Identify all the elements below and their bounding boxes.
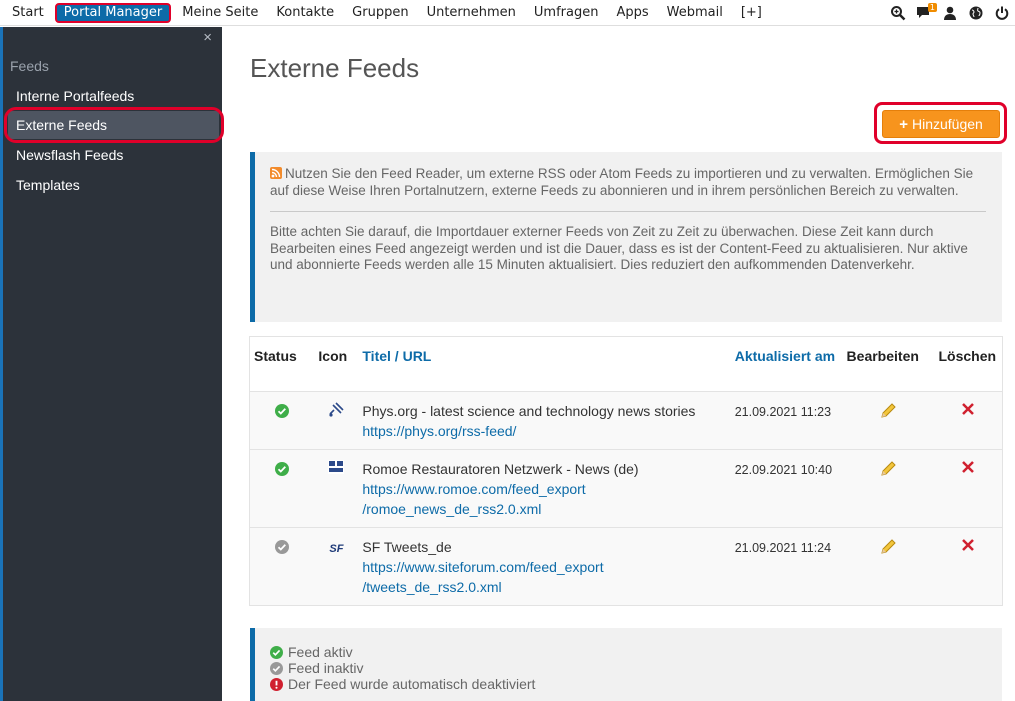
plus-icon: + <box>899 115 908 133</box>
updated-date: 22.09.2021 10:40 <box>734 463 833 477</box>
legend-label: Feed inaktiv <box>288 660 364 676</box>
legend-item-inactive: Feed inaktiv <box>270 660 1002 676</box>
delete-icon[interactable] <box>960 403 976 420</box>
user-icon[interactable] <box>939 2 961 24</box>
toolbar-icons: 1 <box>883 0 1013 26</box>
header-title[interactable]: Titel <box>362 348 391 364</box>
nav-start[interactable]: Start <box>3 3 53 23</box>
nav-webmail[interactable]: Webmail <box>658 3 732 23</box>
sidebar-heading: Feeds <box>10 58 49 74</box>
nav-umfragen[interactable]: Umfragen <box>525 3 608 23</box>
add-feed-button[interactable]: + Hinzufügen <box>882 110 1000 138</box>
legend-item-active: Feed aktiv <box>270 644 1002 660</box>
table-row: Romoe Restauratoren Netzwerk - News (de)… <box>249 449 1003 528</box>
title-cell: Romoe Restauratoren Netzwerk - News (de)… <box>358 449 731 528</box>
nav-meine-seite[interactable]: Meine Seite <box>173 3 267 23</box>
rss-icon <box>270 167 282 179</box>
chat-icon[interactable]: 1 <box>913 2 937 24</box>
feed-title: Romoe Restauratoren Netzwerk - News (de) <box>362 461 639 477</box>
updated-cell: 22.09.2021 10:40 <box>730 449 843 528</box>
search-icon[interactable] <box>887 2 909 24</box>
header-status: Status <box>249 336 315 392</box>
feed-title: SF Tweets_de <box>362 539 452 555</box>
sidebar-item-templates[interactable]: Templates <box>8 171 219 199</box>
notification-badge: 1 <box>927 3 937 12</box>
status-legend: Feed aktiv Feed inaktiv Der Feed wurde a… <box>250 628 1002 701</box>
legend-label: Feed aktiv <box>288 644 353 660</box>
feed-url[interactable]: https://www.siteforum.com/feed_export/tw… <box>362 559 603 595</box>
sidebar-item-externe-feeds[interactable]: Externe Feeds <box>8 111 219 139</box>
status-inactive-icon <box>275 540 290 554</box>
info-text-2: Bitte achten Sie darauf, die Importdauer… <box>270 224 968 272</box>
status-active-icon <box>275 404 290 418</box>
page-title: Externe Feeds <box>250 53 420 83</box>
header-delete: Löschen <box>934 336 1003 392</box>
table-row: SF SF Tweets_de https://www.siteforum.co… <box>249 527 1003 606</box>
table-row: Phys.org - latest science and technology… <box>249 391 1003 450</box>
legend-item-deactivated: Der Feed wurde automatisch deaktiviert <box>270 676 1002 692</box>
info-box: Nutzen Sie den Feed Reader, um externe R… <box>250 152 1002 322</box>
header-url[interactable]: URL <box>403 348 432 364</box>
top-navigation: Start Portal Manager Meine Seite Kontakt… <box>0 0 1015 26</box>
table-header-row: Status Icon Titel / URL Aktualisiert am … <box>249 336 1003 392</box>
delete-icon[interactable] <box>960 539 976 556</box>
edit-cell <box>842 391 935 450</box>
globe-icon[interactable] <box>965 2 987 24</box>
updated-date: 21.09.2021 11:24 <box>734 541 832 555</box>
info-paragraph: Nutzen Sie den Feed Reader, um externe R… <box>270 166 986 199</box>
sidebar: × Feeds Interne Portalfeeds Externe Feed… <box>0 27 224 701</box>
nav-unternehmen[interactable]: Unternehmen <box>418 3 525 23</box>
status-inactive-icon <box>270 661 283 675</box>
title-cell: SF Tweets_de https://www.siteforum.com/f… <box>358 527 731 606</box>
sidebar-item-newsflash-feeds[interactable]: Newsflash Feeds <box>8 141 219 169</box>
power-icon[interactable] <box>991 2 1013 24</box>
status-cell <box>249 391 315 450</box>
header-edit: Bearbeiten <box>842 336 935 392</box>
icon-cell <box>314 391 359 450</box>
nav-kontakte[interactable]: Kontakte <box>267 3 343 23</box>
romoe-logo-icon <box>328 460 345 477</box>
nav-portal-manager[interactable]: Portal Manager <box>54 3 172 23</box>
header-updated[interactable]: Aktualisiert am <box>730 336 843 392</box>
feed-url[interactable]: https://phys.org/rss-feed/ <box>362 423 516 439</box>
status-cell <box>249 449 315 528</box>
updated-cell: 21.09.2021 11:24 <box>730 527 843 606</box>
edit-cell <box>842 527 935 606</box>
feed-title: Phys.org - latest science and technology… <box>362 403 696 419</box>
close-icon[interactable]: × <box>203 29 212 46</box>
updated-date: 21.09.2021 11:23 <box>734 405 832 419</box>
delete-icon[interactable] <box>960 461 976 478</box>
pencil-icon[interactable] <box>880 461 898 480</box>
pencil-icon[interactable] <box>880 403 898 422</box>
delete-cell <box>934 391 1003 450</box>
status-cell <box>249 527 315 606</box>
icon-cell: SF <box>314 527 359 606</box>
satellite-icon <box>327 402 345 422</box>
add-button-label: Hinzufügen <box>911 116 983 132</box>
delete-cell <box>934 527 1003 606</box>
feeds-table: Status Icon Titel / URL Aktualisiert am … <box>249 336 1003 606</box>
feed-url[interactable]: https://www.romoe.com/feed_export/romoe_… <box>362 481 585 517</box>
status-active-icon <box>270 645 283 659</box>
info-text-1: Nutzen Sie den Feed Reader, um externe R… <box>270 166 974 198</box>
title-cell: Phys.org - latest science and technology… <box>358 391 731 450</box>
sidebar-item-interne-portalfeeds[interactable]: Interne Portalfeeds <box>8 82 219 110</box>
header-icon: Icon <box>314 336 359 392</box>
main-menu: Start Portal Manager Meine Seite Kontakt… <box>3 0 771 26</box>
header-separator: / <box>390 348 403 364</box>
updated-cell: 21.09.2021 11:23 <box>730 391 843 450</box>
icon-cell <box>314 449 359 528</box>
pencil-icon[interactable] <box>880 539 898 558</box>
nav-more[interactable]: [+] <box>732 3 771 23</box>
edit-cell <box>842 449 935 528</box>
legend-label: Der Feed wurde automatisch deaktiviert <box>288 676 536 692</box>
delete-cell <box>934 449 1003 528</box>
header-title-url[interactable]: Titel / URL <box>358 336 731 392</box>
warning-icon <box>270 677 283 691</box>
nav-gruppen[interactable]: Gruppen <box>343 3 417 23</box>
sf-logo-icon: SF <box>329 543 344 555</box>
nav-apps[interactable]: Apps <box>607 3 657 23</box>
status-active-icon <box>275 462 290 476</box>
divider <box>270 211 986 212</box>
